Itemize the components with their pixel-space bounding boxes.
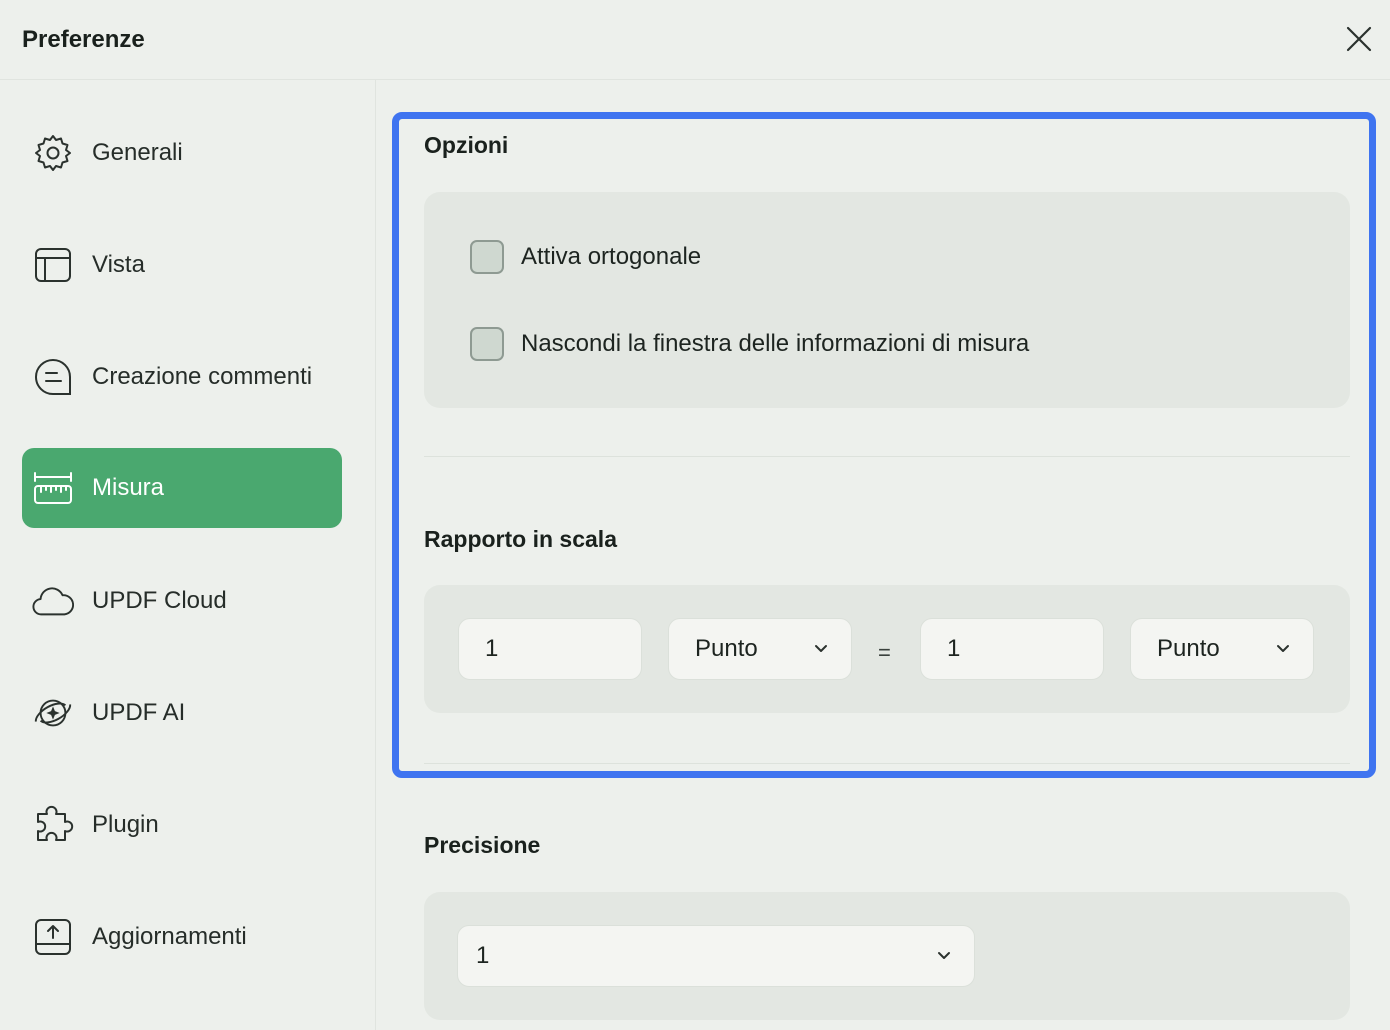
- select-value: 1: [476, 942, 490, 969]
- scale-right-value-input[interactable]: 1: [920, 618, 1104, 680]
- scale-panel: 1 Punto = 1 Punto: [424, 585, 1350, 713]
- divider: [424, 763, 1350, 764]
- sidebar-item-label: Misura: [92, 474, 165, 501]
- upload-icon: [32, 916, 74, 958]
- sidebar-item-label: Creazione commenti: [92, 363, 313, 390]
- ai-sparkle-icon: [32, 692, 74, 734]
- divider: [424, 456, 1350, 457]
- equals-sign: =: [878, 640, 891, 665]
- scale-left-unit-select[interactable]: Punto: [668, 618, 852, 680]
- orthogonal-checkbox[interactable]: [470, 240, 504, 274]
- window-title: Preferenze: [22, 26, 145, 53]
- sidebar-item-creazione-commenti[interactable]: Creazione commenti: [22, 337, 342, 417]
- window-header: Preferenze: [0, 0, 1390, 80]
- precision-panel: 1: [424, 892, 1350, 1020]
- sidebar-item-label: UPDF AI: [92, 699, 186, 726]
- precision-select[interactable]: 1: [457, 925, 975, 987]
- puzzle-icon: [32, 804, 74, 846]
- sidebar-item-aggiornamenti[interactable]: Aggiornamenti: [22, 897, 342, 977]
- sidebar-item-label: UPDF Cloud: [92, 587, 227, 614]
- comment-icon: [32, 356, 74, 398]
- gear-icon: [32, 132, 74, 174]
- checkbox-row-orthogonal[interactable]: Attiva ortogonale: [470, 240, 701, 274]
- sidebar: Generali Vista Creazione commenti Misura…: [0, 80, 376, 1030]
- layout-icon: [32, 244, 74, 286]
- checkbox-row-hide-info[interactable]: Nascondi la finestra delle informazioni …: [470, 327, 1029, 361]
- close-button[interactable]: [1340, 20, 1378, 58]
- select-value: Punto: [695, 635, 758, 662]
- chevron-down-icon: [815, 645, 827, 652]
- sidebar-item-plugin[interactable]: Plugin: [22, 785, 342, 865]
- sidebar-item-generali[interactable]: Generali: [22, 113, 342, 193]
- hide-info-checkbox[interactable]: [470, 327, 504, 361]
- sidebar-item-updf-cloud[interactable]: UPDF Cloud: [22, 561, 342, 641]
- main-content: Opzioni Attiva ortogonale Nascondi la fi…: [376, 80, 1390, 1030]
- sidebar-item-misura[interactable]: Misura: [22, 448, 342, 528]
- sidebar-item-label: Aggiornamenti: [92, 923, 247, 950]
- close-icon: [1346, 26, 1372, 52]
- cloud-icon: [32, 580, 74, 622]
- chevron-down-icon: [938, 952, 950, 959]
- ruler-icon: [32, 467, 74, 509]
- sidebar-item-label: Plugin: [92, 811, 159, 838]
- sidebar-item-label: Generali: [92, 139, 183, 166]
- scale-right-unit-select[interactable]: Punto: [1130, 618, 1314, 680]
- sidebar-item-label: Vista: [92, 251, 145, 278]
- scale-left-value-input[interactable]: 1: [458, 618, 642, 680]
- precision-title: Precisione: [424, 832, 541, 858]
- scale-title: Rapporto in scala: [424, 526, 617, 552]
- checkbox-label: Nascondi la finestra delle informazioni …: [521, 330, 1030, 357]
- chevron-down-icon: [1277, 645, 1289, 652]
- sidebar-item-updf-ai[interactable]: UPDF AI: [22, 673, 342, 753]
- options-panel: Attiva ortogonale Nascondi la finestra d…: [424, 192, 1350, 408]
- sidebar-item-vista[interactable]: Vista: [22, 225, 342, 305]
- options-title: Opzioni: [424, 132, 509, 158]
- select-value: Punto: [1157, 635, 1220, 662]
- checkbox-label: Attiva ortogonale: [521, 243, 702, 270]
